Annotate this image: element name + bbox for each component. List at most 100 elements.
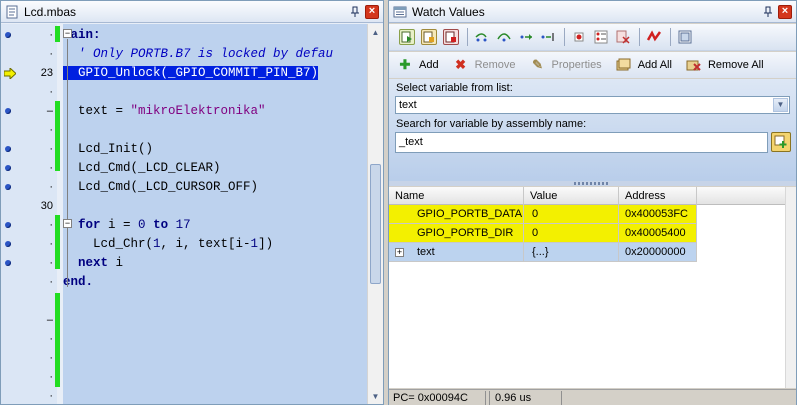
toolbar-separator: [564, 28, 565, 46]
remove-all-button[interactable]: Remove All: [686, 57, 764, 73]
properties-button-label: Properties: [551, 59, 602, 71]
toggle-breakpoint-icon[interactable]: [571, 29, 587, 45]
code-line[interactable]: GPIO_Unlock(_GPIO_COMMIT_PIN_B7): [63, 64, 319, 83]
gutter-line[interactable]: ·: [1, 159, 57, 178]
code-line[interactable]: Lcd_Chr(1, i, text[i-1]): [63, 235, 273, 254]
panel-splitter[interactable]: [389, 181, 796, 186]
watch-row[interactable]: GPIO_PORTB_DIR 0 0x40005400: [389, 224, 697, 243]
executable-line-dot-icon[interactable]: [5, 32, 11, 38]
editor-gutter[interactable]: · · 23 · – · · · · 30 · · · · – · · · ·: [1, 24, 57, 404]
code-line[interactable]: Lcd_Init(): [63, 140, 153, 159]
chevron-down-icon[interactable]: ▼: [773, 98, 788, 112]
step-into-icon[interactable]: [474, 29, 490, 45]
watch-row[interactable]: text {...} 0x20000000 +: [389, 243, 697, 262]
add-all-button[interactable]: Add All: [616, 57, 672, 73]
splitter-grip[interactable]: [574, 182, 610, 185]
line-marker: ·: [49, 333, 53, 345]
line-marker: –: [46, 105, 53, 117]
run-icon[interactable]: [421, 29, 437, 45]
fold-collapse-icon[interactable]: −: [63, 29, 72, 38]
code-line[interactable]: ' Only PORTB.B7 is locked by defau: [63, 45, 333, 64]
assembly-name-input[interactable]: _text: [395, 132, 768, 153]
properties-button[interactable]: ✎ Properties: [530, 57, 602, 73]
close-editor-button[interactable]: ×: [365, 4, 379, 19]
scroll-thumb[interactable]: [370, 164, 381, 284]
clear-breakpoints-icon[interactable]: [615, 29, 631, 45]
executable-line-dot-icon[interactable]: [5, 260, 11, 266]
gutter-line[interactable]: ·: [1, 368, 57, 387]
toolbar-separator: [639, 28, 640, 46]
column-header-address[interactable]: Address: [619, 187, 697, 205]
variable-select-dropdown[interactable]: text ▼: [395, 96, 790, 114]
code-line[interactable]: next i: [63, 254, 123, 273]
code-text-area[interactable]: main: ' Only PORTB.B7 is locked by defau…: [63, 24, 367, 404]
gutter-line[interactable]: 30: [1, 197, 57, 216]
gutter-line[interactable]: ·: [1, 45, 57, 64]
add-by-assembly-button[interactable]: [771, 132, 791, 152]
stop-debugger-icon[interactable]: [443, 29, 459, 45]
run-to-cursor-icon[interactable]: [540, 29, 556, 45]
line-number: 23: [40, 67, 53, 79]
executable-line-dot-icon[interactable]: [5, 165, 11, 171]
gutter-line[interactable]: ·: [1, 387, 57, 405]
gutter-line[interactable]: 23: [1, 64, 57, 83]
scroll-up-icon[interactable]: ▲: [368, 24, 383, 40]
code-line[interactable]: Lcd_Cmd(_LCD_CURSOR_OFF): [63, 178, 258, 197]
gutter-line[interactable]: ·: [1, 83, 57, 102]
pin-icon[interactable]: [761, 5, 775, 19]
expand-icon[interactable]: +: [395, 248, 404, 257]
gutter-line[interactable]: ·: [1, 330, 57, 349]
step-over-icon[interactable]: [496, 29, 512, 45]
column-header-name[interactable]: Name: [389, 187, 524, 205]
breakpoints-list-icon[interactable]: [593, 29, 609, 45]
executable-line-dot-icon[interactable]: [5, 184, 11, 190]
gutter-line[interactable]: –: [1, 102, 57, 121]
code-line[interactable]: text = "mikroElektronika": [63, 102, 266, 121]
code-line[interactable]: for i = 0 to 17: [63, 216, 191, 235]
code-token: i =: [100, 218, 139, 232]
variable-selection-form: Select variable from list: text ▼ Search…: [389, 79, 796, 183]
gutter-line[interactable]: ·: [1, 349, 57, 368]
watch-panel-title: Watch Values: [412, 4, 485, 19]
code-token: Lcd_Cmd(_LCD_CLEAR): [63, 161, 221, 175]
line-marker: ·: [49, 238, 53, 250]
current-line-arrow-icon: [4, 68, 16, 79]
executable-line-dot-icon[interactable]: [5, 222, 11, 228]
gutter-line[interactable]: [1, 292, 57, 311]
executable-line-dot-icon[interactable]: [5, 241, 11, 247]
editor-tab-title[interactable]: Lcd.mbas: [24, 5, 348, 19]
executable-line-dot-icon[interactable]: [5, 108, 11, 114]
watch-options-icon[interactable]: [677, 29, 693, 45]
code-line[interactable]: Lcd_Cmd(_LCD_CLEAR): [63, 159, 221, 178]
gutter-line[interactable]: ·: [1, 178, 57, 197]
column-header-value[interactable]: Value: [524, 187, 619, 205]
scroll-down-icon[interactable]: ▼: [368, 388, 383, 404]
code-token: i: [108, 256, 124, 270]
close-watch-button[interactable]: ×: [778, 4, 792, 19]
editor-vertical-scrollbar[interactable]: ▲ ▼: [367, 24, 383, 404]
executable-line-dot-icon[interactable]: [5, 146, 11, 152]
add-button[interactable]: ✚ Add: [397, 57, 439, 73]
toolbar-separator: [670, 28, 671, 46]
gutter-line[interactable]: ·: [1, 273, 57, 292]
gutter-line[interactable]: ·: [1, 254, 57, 273]
modified-line-bar: [55, 101, 60, 171]
toggle-view-icon[interactable]: [646, 29, 662, 45]
line-marker: ·: [49, 143, 53, 155]
grid-vertical-scrollbar[interactable]: [785, 187, 796, 388]
remove-button[interactable]: ✖ Remove: [453, 57, 515, 73]
watch-row[interactable]: GPIO_PORTB_DATA 0 0x400053FC: [389, 205, 697, 224]
pin-icon[interactable]: [348, 5, 362, 19]
gutter-line[interactable]: ·: [1, 235, 57, 254]
gutter-line[interactable]: –: [1, 311, 57, 330]
start-debugger-icon[interactable]: [399, 29, 415, 45]
gutter-line[interactable]: ·: [1, 26, 57, 45]
modified-line-bar: [55, 293, 60, 387]
gutter-line[interactable]: ·: [1, 121, 57, 140]
code-token: , i, text[i-: [160, 237, 251, 251]
fold-collapse-icon[interactable]: −: [63, 219, 72, 228]
gutter-line[interactable]: ·: [1, 216, 57, 235]
step-out-icon[interactable]: [518, 29, 534, 45]
gutter-line[interactable]: ·: [1, 140, 57, 159]
